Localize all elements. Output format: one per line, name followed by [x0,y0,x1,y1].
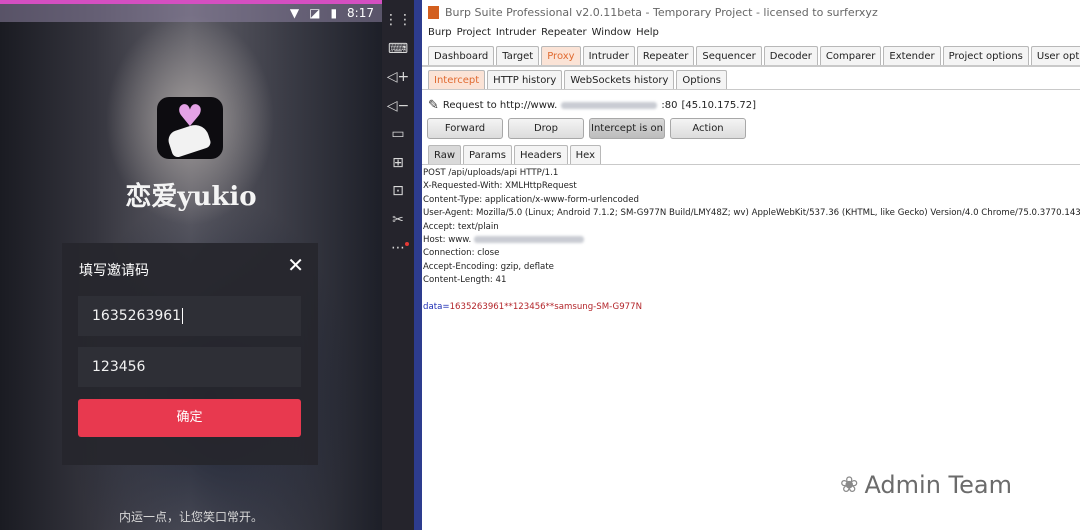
status-time: 8:17 [347,6,374,20]
tab-extender[interactable]: Extender [883,46,941,66]
watermark-text: Admin Team [864,471,1012,499]
screen-icon[interactable]: ▭ [391,120,404,149]
wechat-icon: ❀ [840,472,859,498]
tab-websockets-history[interactable]: WebSockets history [564,70,675,90]
app-logo-icon: ♥ [157,97,223,159]
tab-options[interactable]: Options [676,70,727,90]
drop-button[interactable]: Drop [508,118,584,139]
tab-intruder[interactable]: Intruder [582,46,635,66]
slogan-text: 内运一点，让您笑口常开。 [118,510,263,524]
header-x-requested-with: X-Requested-With: XMLHttpRequest [423,181,577,192]
tab-comparer[interactable]: Comparer [819,46,882,66]
tab-decoder[interactable]: Decoder [763,46,818,66]
more-icon[interactable]: ⋯ [391,234,409,263]
volume-up-icon[interactable]: ◁+ [387,63,410,92]
scissors-icon[interactable]: ✂ [392,206,404,235]
main-tab-bar: Dashboard Target Proxy Intruder Repeater… [428,46,1080,66]
menu-bar: Burp Project Intruder Repeater Window He… [428,27,659,38]
android-phone-screen: ▼ ◪ ▮ 8:17 ♥ 恋爱yukio 填写邀请码 ✕ 1635263961 … [0,0,382,530]
body-value: 1635263961**123456**samsung-SM-G977N [449,301,643,312]
import-icon[interactable]: ⊞ [392,149,404,178]
dialog-title: 填写邀请码 [79,263,149,279]
tab-divider [422,65,1080,67]
header-accept-encoding: Accept-Encoding: gzip, deflate [423,261,554,272]
tab-target[interactable]: Target [496,46,540,66]
invite-code-input[interactable]: 1635263961 [78,296,301,336]
hand-icon [165,121,213,159]
message-editor-tab-bar: Raw Params Headers Hex [428,145,601,165]
tab-proxy[interactable]: Proxy [541,46,581,66]
request-ip: [45.10.175.72] [681,100,757,111]
signal-bars-icon[interactable]: ⋮⋮ [384,6,412,35]
volume-down-icon[interactable]: ◁− [387,92,410,121]
wifi-icon: ▼ [289,6,300,20]
battery-icon: ▮ [330,6,338,20]
password-value: 123456 [92,359,146,375]
header-content-type: Content-Type: application/x-www-form-url… [423,194,639,205]
menu-burp[interactable]: Burp [428,27,452,38]
tab-user-options[interactable]: User options [1030,46,1080,66]
tab-params[interactable]: Params [463,145,512,165]
password-input[interactable]: 123456 [78,347,301,387]
close-icon[interactable]: ✕ [287,255,304,275]
confirm-button[interactable]: 确定 [78,399,301,437]
header-user-agent: User-Agent: Mozilla/5.0 (Linux; Android … [423,208,1080,219]
menu-intruder[interactable]: Intruder [496,27,536,38]
header-connection: Connection: close [423,248,500,259]
watermark: ❀ Admin Team [840,470,1012,500]
tab-dashboard[interactable]: Dashboard [428,46,495,66]
menu-window[interactable]: Window [592,27,631,38]
forward-button[interactable]: Forward [427,118,503,139]
menu-project[interactable]: Project [457,27,491,38]
pencil-icon: ✎ [428,98,439,113]
invite-code-dialog: 填写邀请码 ✕ 1635263961 123456 确定 [62,243,318,465]
burp-title-bar: Burp Suite Professional v2.0.11beta - Te… [428,4,878,20]
tab-project-options[interactable]: Project options [942,46,1029,66]
menu-repeater[interactable]: Repeater [541,27,586,38]
request-prefix: Request to http://www. [442,100,558,111]
request-body: data=1635263961**123456**samsung-SM-G977… [423,301,1080,314]
request-port: :80 [661,100,678,111]
header-host: Host: www. [423,234,1080,247]
invite-code-value: 1635263961 [92,308,182,324]
tab-sequencer[interactable]: Sequencer [696,46,762,66]
app-name: 恋爱yukio [125,182,257,212]
robot-icon[interactable]: ⊡ [392,177,404,206]
no-sim-icon: ◪ [309,6,321,20]
tab-raw[interactable]: Raw [428,145,462,165]
redacted-host [561,102,658,109]
window-divider [414,0,422,530]
tab-repeater[interactable]: Repeater [636,46,695,66]
header-accept: Accept: text/plain [423,221,499,232]
header-content-length: Content-Length: 41 [423,275,507,286]
burp-suite-window: Burp Suite Professional v2.0.11beta - Te… [422,0,1080,530]
window-title: Burp Suite Professional v2.0.11beta - Te… [445,5,878,19]
body-key: data= [423,301,450,312]
proxy-tab-bar: Intercept HTTP history WebSockets histor… [428,70,727,90]
menu-help[interactable]: Help [636,27,659,38]
action-button[interactable]: Action [670,118,746,139]
emulator-toolbar: ⋮⋮ ⌨ ◁+ ◁− ▭ ⊞ ⊡ ✂ ⋯ [382,0,414,530]
tab-hex[interactable]: Hex [569,145,601,165]
burp-logo-icon [428,5,439,19]
intercept-toggle-button[interactable]: Intercept is on [589,118,665,139]
tab-headers[interactable]: Headers [513,145,568,165]
status-bar: ▼ ◪ ▮ 8:17 [0,4,382,22]
tab-divider [422,89,1080,90]
tab-divider [422,164,1080,165]
tab-intercept[interactable]: Intercept [428,70,486,90]
tab-http-history[interactable]: HTTP history [487,70,563,90]
redacted-host [473,235,584,243]
host-prefix: Host: www. [423,234,472,245]
keyboard-icon[interactable]: ⌨ [388,35,408,64]
request-target-line: ✎ Request to http://www. :80 [45.10.175.… [428,98,756,113]
request-line: POST /api/uploads/api HTTP/1.1 [423,168,559,178]
text-caret [182,308,184,324]
